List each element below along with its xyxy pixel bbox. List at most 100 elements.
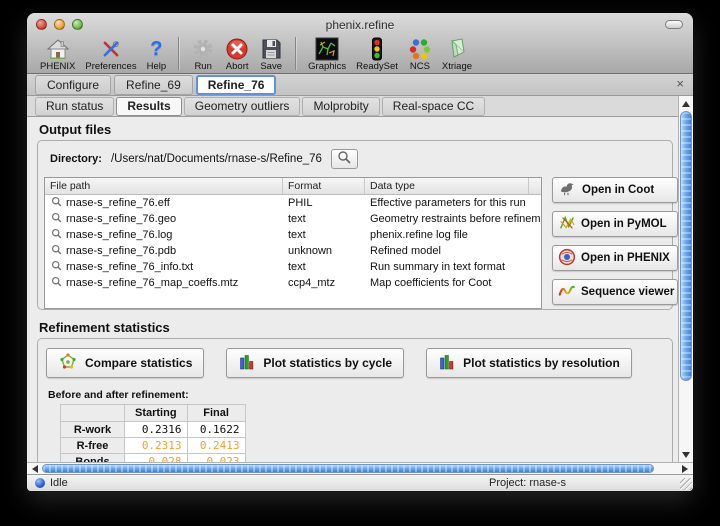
plot-statistics-by-cycle-button[interactable]: Plot statistics by cycle [226, 348, 404, 378]
toolbar-button-phenix[interactable]: PHENIX [35, 36, 80, 72]
window-chrome: phenix.refine PHENIX Preferences [27, 13, 693, 74]
table-row[interactable]: rnase-s_refine_76.geo text Geometry rest… [45, 211, 541, 227]
file-format: PHIL [283, 197, 365, 209]
close-tab-icon[interactable]: × [676, 76, 684, 92]
subtab-molprobity[interactable]: Molprobity [302, 97, 379, 116]
magnifier-icon [50, 196, 66, 210]
subtab-run-status[interactable]: Run status [35, 97, 114, 116]
phenix-logo-icon [558, 248, 576, 269]
open-in-phenix-button[interactable]: Open in PHENIX [552, 245, 678, 271]
table-row[interactable]: rnase-s_refine_76_map_coeffs.mtz ccp4_mt… [45, 275, 541, 291]
bar-chart-icon [438, 353, 456, 374]
tab-configure[interactable]: Configure [35, 75, 111, 95]
status-text: Idle [50, 477, 68, 489]
scroll-down-arrow-icon[interactable] [679, 448, 693, 461]
toolbar-button-abort[interactable]: Abort [220, 36, 254, 72]
zoom-window-button[interactable] [72, 19, 83, 30]
toolbar-button-run[interactable]: Run [186, 36, 220, 72]
save-icon [259, 37, 283, 61]
graphics-density-icon [315, 37, 339, 61]
file-data-type: Map coefficients for Coot [365, 277, 541, 289]
tab-refine-76[interactable]: Refine_76 [196, 75, 277, 95]
open-in-pymol-button[interactable]: Open in PyMOL [552, 211, 678, 237]
toolbar-button-graphics[interactable]: Graphics [303, 36, 351, 72]
toolbar-toggle-button[interactable] [665, 20, 683, 29]
subtab-results[interactable]: Results [116, 97, 181, 116]
subtab-real-space-cc[interactable]: Real-space CC [382, 97, 485, 116]
toolbar-label: Xtriage [442, 61, 472, 72]
directory-row: Directory: /Users/nat/Documents/rnase-s/… [50, 149, 664, 169]
button-label: Open in PyMOL [581, 218, 667, 230]
button-label: Open in PHENIX [581, 252, 670, 264]
vertical-scrollbar-thumb[interactable] [680, 111, 692, 381]
toolbar-separator [295, 37, 296, 70]
app-window: phenix.refine PHENIX Preferences [27, 13, 693, 491]
open-in-coot-button[interactable]: Open in Coot [552, 177, 678, 203]
horizontal-scrollbar[interactable] [27, 462, 693, 474]
output-files-table: File path Format Data type rnase-s_refin… [44, 177, 542, 309]
column-header-gutter [529, 178, 541, 194]
toolbar-button-xtriage[interactable]: Xtriage [437, 36, 477, 72]
toolbar-button-ncs[interactable]: NCS [403, 36, 437, 72]
column-header-data-type[interactable]: Data type [365, 178, 529, 194]
button-label: Plot statistics by resolution [463, 356, 620, 370]
file-format: text [283, 213, 365, 225]
toolbar-separator [178, 37, 179, 70]
toolbar-label: Preferences [85, 61, 136, 72]
toolbar-button-preferences[interactable]: Preferences [80, 36, 141, 72]
screen-background: phenix.refine PHENIX Preferences [0, 0, 720, 526]
titlebar[interactable]: phenix.refine [27, 13, 693, 36]
stat-final-value: 0.2413 [187, 438, 245, 454]
traffic-lights [36, 19, 83, 30]
button-label: Sequence viewer [581, 286, 674, 298]
subtab-geometry-outliers[interactable]: Geometry outliers [184, 97, 301, 116]
magnifier-icon [50, 260, 66, 274]
table-row[interactable]: rnase-s_refine_76.eff PHIL Effective par… [45, 195, 541, 211]
toolbar-button-readyset[interactable]: ReadySet [351, 36, 403, 72]
refinement-statistics-groupbox: Compare statistics Plot statistics by cy… [37, 338, 673, 462]
subtab-bar: Run status Results Geometry outliers Mol… [27, 96, 693, 117]
scroll-left-arrow-icon[interactable] [29, 463, 41, 474]
status-bar: Idle Project: rnase-s [27, 474, 693, 491]
toolbar-button-save[interactable]: Save [254, 36, 288, 72]
vertical-scrollbar[interactable] [678, 96, 693, 462]
table-row[interactable]: rnase-s_refine_76.pdb unknown Refined mo… [45, 243, 541, 259]
refinement-statistics-heading: Refinement statistics [39, 320, 673, 335]
scroll-right-arrow-icon[interactable] [679, 463, 691, 474]
compare-statistics-button[interactable]: Compare statistics [46, 348, 204, 378]
stat-starting-value: 0.028 [125, 454, 188, 463]
results-panel: Output files Directory: /Users/nat/Docum… [27, 117, 693, 462]
stat-label: Bonds [61, 454, 125, 463]
file-format: unknown [283, 245, 365, 257]
column-header-file-path[interactable]: File path [45, 178, 283, 194]
search-icon [337, 150, 351, 169]
file-path: rnase-s_refine_76.eff [66, 197, 170, 209]
resize-grip[interactable] [680, 478, 692, 490]
column-header-format[interactable]: Format [283, 178, 365, 194]
stat-starting-value: 0.2313 [125, 438, 188, 454]
file-format: text [283, 261, 365, 273]
file-path: rnase-s_refine_76_map_coeffs.mtz [66, 277, 238, 289]
output-files-heading: Output files [39, 122, 673, 137]
file-path: rnase-s_refine_76.geo [66, 213, 176, 225]
stat-final-value: 0.1622 [187, 422, 245, 438]
sequence-viewer-button[interactable]: Sequence viewer [552, 279, 678, 305]
toolbar-button-help[interactable]: ? Help [142, 36, 172, 72]
table-row[interactable]: rnase-s_refine_76.log text phenix.refine… [45, 227, 541, 243]
xtriage-crystal-icon [445, 37, 469, 61]
magnifier-icon [50, 212, 66, 226]
scroll-up-arrow-icon[interactable] [679, 97, 693, 110]
toolbar-label: Save [260, 61, 282, 72]
stat-label: R-work [61, 422, 125, 438]
table-row[interactable]: rnase-s_refine_76_info.txt text Run summ… [45, 259, 541, 275]
browse-directory-button[interactable] [331, 149, 358, 169]
toolbar: PHENIX Preferences ? Help [27, 36, 693, 73]
plot-statistics-by-resolution-button[interactable]: Plot statistics by resolution [426, 348, 632, 378]
tab-refine-69[interactable]: Refine_69 [114, 75, 193, 95]
file-format: ccp4_mtz [283, 277, 365, 289]
coot-bird-icon [558, 180, 577, 200]
minimize-window-button[interactable] [54, 19, 65, 30]
open-buttons-column: Open in Coot Open in PyMOL Open in PHENI… [552, 177, 678, 305]
close-window-button[interactable] [36, 19, 47, 30]
horizontal-scrollbar-thumb[interactable] [42, 464, 654, 473]
